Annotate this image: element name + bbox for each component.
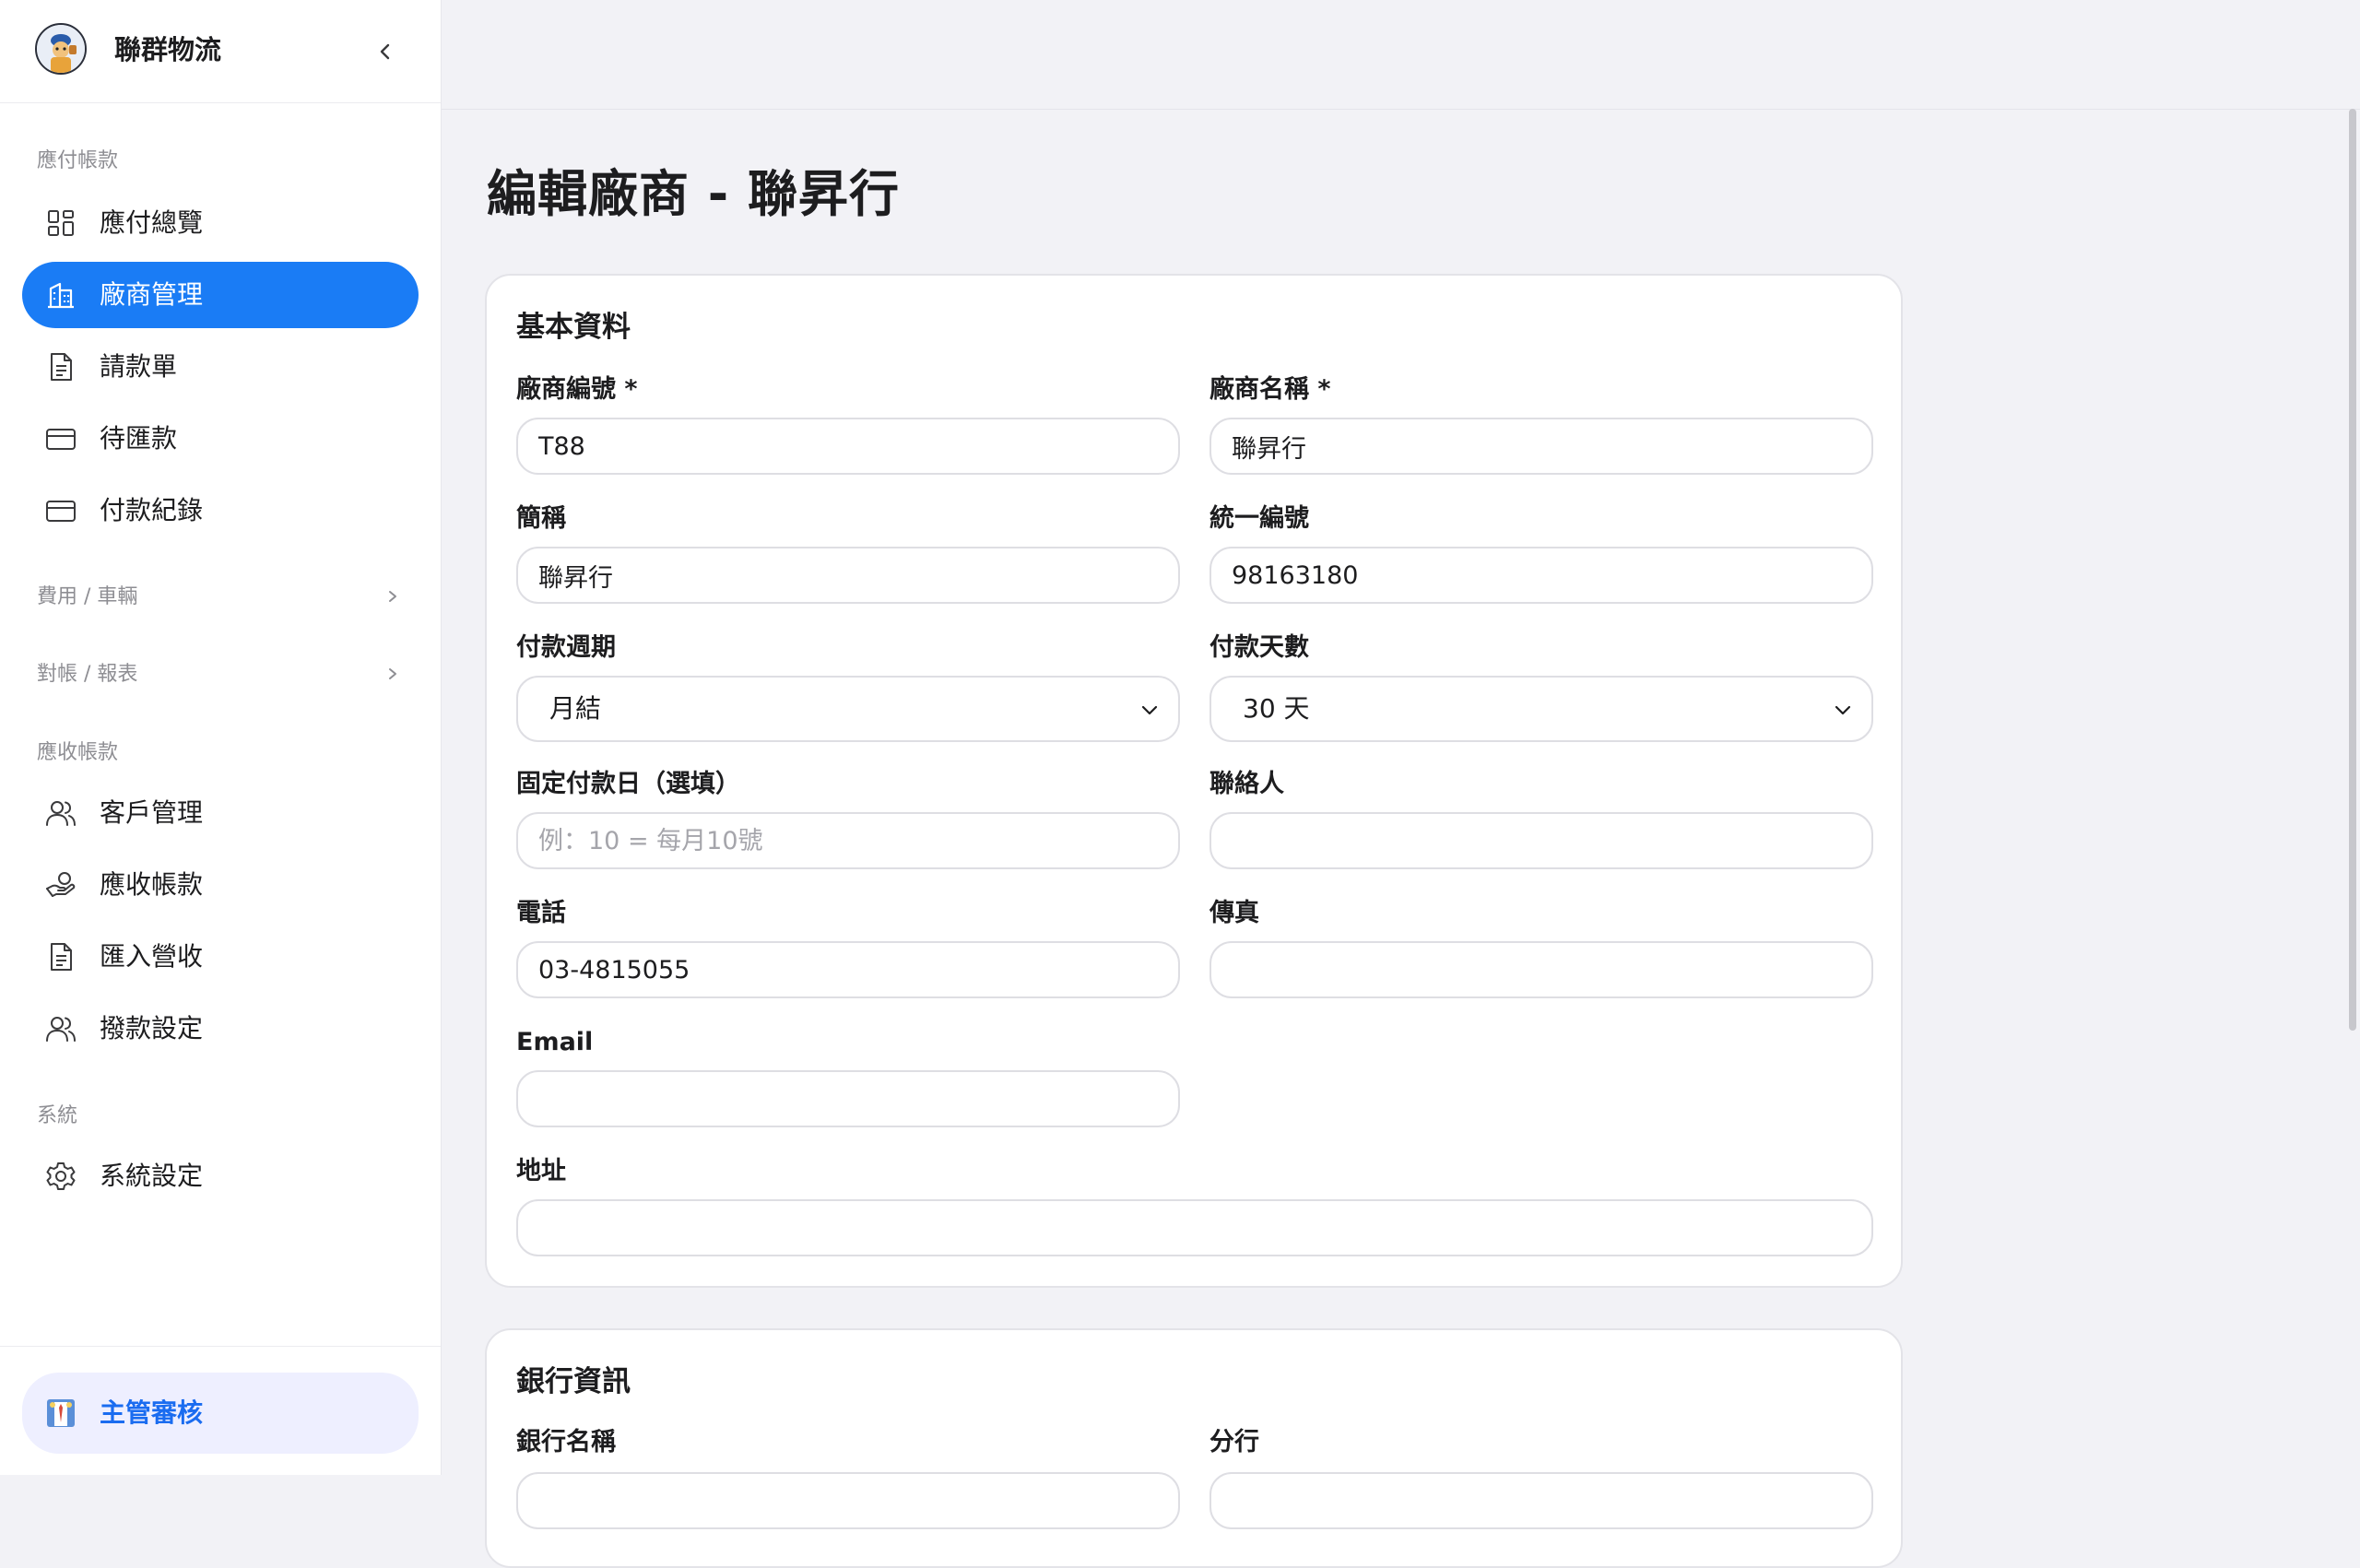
credit-card-icon — [44, 422, 77, 455]
credit-card-icon — [44, 494, 77, 527]
phone-input[interactable] — [516, 941, 1180, 998]
page-title: 編輯廠商 - 聯昇行 — [487, 165, 901, 223]
group-label: 對帳 / 報表 — [37, 663, 138, 686]
chevron-down-icon — [1835, 705, 1851, 715]
branch-label: 分行 — [1210, 1428, 1259, 1456]
company-name: 聯群物流 — [114, 34, 222, 65]
chevron-right-icon — [389, 591, 396, 602]
nav-group-expenses-vehicles[interactable]: 費用 / 車輛 — [22, 572, 419, 623]
phone-label: 電話 — [516, 899, 566, 927]
chevron-right-icon — [389, 668, 396, 679]
sidebar-footer: 主管審核 — [0, 1346, 441, 1476]
manager-icon — [44, 1397, 77, 1430]
card-title-bank-info: 銀行資訊 — [516, 1365, 631, 1398]
contact-input[interactable] — [1210, 812, 1873, 869]
nav-item-accounts-receivable[interactable]: 應收帳款 — [22, 852, 419, 918]
nav-item-payables-overview[interactable]: 應付總覽 — [22, 190, 419, 256]
bank-name-label: 銀行名稱 — [516, 1428, 616, 1456]
email-input[interactable] — [516, 1070, 1180, 1127]
nav-group-reconcile-reports[interactable]: 對帳 / 報表 — [22, 649, 419, 701]
nav-item-vendor-management[interactable]: 廠商管理 — [22, 262, 419, 328]
group-label: 費用 / 車輛 — [37, 585, 138, 608]
nav-item-pending-remittance[interactable]: 待匯款 — [22, 406, 419, 472]
address-input[interactable] — [516, 1199, 1873, 1256]
nav-label: 匯入營收 — [100, 941, 204, 972]
address-label: 地址 — [516, 1157, 566, 1185]
payment-cycle-label: 付款週期 — [516, 633, 616, 662]
fixed-payment-day-label: 固定付款日（選填） — [516, 770, 740, 798]
vendor-code-label: 廠商編號 * — [516, 375, 638, 404]
section-label-system: 系統 — [37, 1104, 78, 1127]
users-icon — [44, 1012, 77, 1045]
hand-coin-icon — [44, 868, 77, 902]
payment-cycle-value: 月結 — [549, 693, 602, 724]
supervisor-review-button[interactable]: 主管審核 — [22, 1373, 419, 1454]
brand-header: 聯群物流 — [0, 0, 441, 103]
vendor-name-input[interactable] — [1210, 418, 1873, 475]
branch-input[interactable] — [1210, 1472, 1873, 1529]
payment-days-value: 30 天 — [1243, 693, 1310, 724]
nav-label: 廠商管理 — [100, 279, 204, 310]
nav-label: 應付總覽 — [100, 207, 204, 238]
document-icon — [44, 350, 77, 383]
tax-id-label: 統一編號 — [1210, 504, 1309, 533]
bank-info-card: 銀行資訊 銀行名稱 分行 — [485, 1328, 1903, 1568]
section-label-receivables: 應收帳款 — [37, 741, 119, 764]
building-icon — [44, 278, 77, 312]
company-logo — [35, 23, 87, 75]
nav-label: 客戶管理 — [100, 797, 204, 828]
nav-item-import-revenue[interactable]: 匯入營收 — [22, 924, 419, 990]
payment-days-select[interactable]: 30 天 — [1210, 676, 1873, 742]
tax-id-input[interactable] — [1210, 547, 1873, 604]
short-name-label: 簡稱 — [516, 504, 566, 533]
nav-item-customer-management[interactable]: 客戶管理 — [22, 780, 419, 846]
payment-cycle-select[interactable]: 月結 — [516, 676, 1180, 742]
supervisor-review-label: 主管審核 — [100, 1397, 204, 1428]
fax-label: 傳真 — [1210, 899, 1259, 927]
top-bar — [442, 0, 2360, 110]
fixed-payment-day-input[interactable] — [516, 812, 1180, 869]
users-icon — [44, 796, 77, 830]
nav-label: 撥款設定 — [100, 1013, 204, 1043]
section-label-payables: 應付帳款 — [37, 149, 119, 172]
short-name-input[interactable] — [516, 547, 1180, 604]
card-title-basic-info: 基本資料 — [516, 311, 631, 344]
contact-label: 聯絡人 — [1210, 770, 1284, 798]
gear-icon — [44, 1160, 77, 1193]
basic-info-card: 基本資料 廠商編號 * 廠商名稱 * 簡稱 統一編號 付款週期 月結 付款天數 … — [485, 274, 1903, 1288]
nav-label: 請款單 — [100, 351, 178, 382]
payment-days-label: 付款天數 — [1210, 633, 1309, 662]
nav-item-disbursement-settings[interactable]: 撥款設定 — [22, 996, 419, 1062]
scrollbar[interactable] — [2349, 109, 2356, 1031]
nav-label: 付款紀錄 — [100, 495, 204, 525]
chevron-left-icon — [380, 43, 390, 60]
nav-item-system-settings[interactable]: 系統設定 — [22, 1143, 419, 1209]
nav-item-payment-records[interactable]: 付款紀錄 — [22, 477, 419, 544]
document-icon — [44, 940, 77, 973]
nav-item-payment-requests[interactable]: 請款單 — [22, 334, 419, 400]
nav-label: 應收帳款 — [100, 869, 204, 900]
grid-icon — [44, 206, 77, 240]
email-label: Email — [516, 1028, 594, 1056]
vendor-code-input[interactable] — [516, 418, 1180, 475]
bank-name-input[interactable] — [516, 1472, 1180, 1529]
fax-input[interactable] — [1210, 941, 1873, 998]
nav-label: 系統設定 — [100, 1161, 204, 1191]
collapse-sidebar-button[interactable] — [367, 33, 404, 70]
chevron-down-icon — [1141, 705, 1158, 715]
nav-label: 待匯款 — [100, 423, 178, 454]
vendor-name-label: 廠商名稱 * — [1210, 375, 1331, 404]
sidebar: 聯群物流 應付帳款 應付總覽 廠商管理 請款單 待匯款 付款紀錄 費用 / 車輛… — [0, 0, 442, 1475]
